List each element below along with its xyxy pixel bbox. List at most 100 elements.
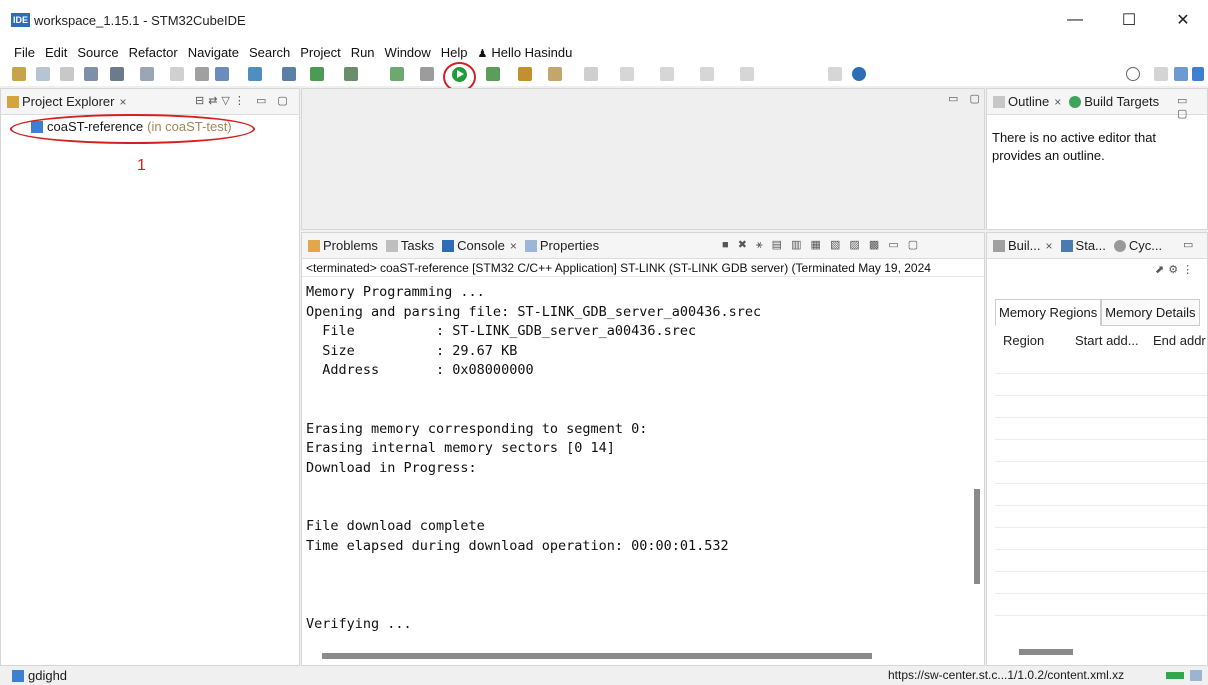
menu-window[interactable]: Window (385, 45, 431, 60)
console-vscroll-thumb[interactable] (974, 489, 980, 584)
tab-build-targets[interactable]: Build Targets (1069, 94, 1159, 109)
green-tool-icon[interactable] (310, 67, 324, 81)
tab-static-stack[interactable]: Sta... (1060, 238, 1106, 253)
console-tabbar: Problems Tasks Console × Properties ■ ✖ … (302, 233, 984, 259)
tab-project-explorer[interactable]: Project Explorer × (7, 94, 127, 109)
tab-build-analyzer-label: Buil... (1008, 238, 1041, 253)
window-title: workspace_1.15.1 - STM32CubeIDE (34, 12, 246, 28)
ide-perspective-icon[interactable] (1192, 67, 1204, 81)
menu-source[interactable]: Source (77, 45, 118, 60)
build-analyzer-tabbar: Buil... × Sta... Cyc... ▭ (987, 233, 1207, 259)
menu-edit[interactable]: Edit (45, 45, 67, 60)
editor-minmax[interactable]: ▭ ▢ (948, 92, 984, 105)
col-end-address[interactable]: End addr (1153, 333, 1206, 348)
settings-icon[interactable] (84, 67, 98, 81)
forward-icon[interactable] (740, 67, 754, 81)
close-icon[interactable]: × (510, 239, 517, 253)
bug-icon[interactable] (344, 67, 358, 81)
col-start-address[interactable]: Start add... (1075, 333, 1139, 348)
console-vscroll[interactable] (974, 279, 980, 625)
pin-icon[interactable] (828, 67, 842, 81)
tab-console[interactable]: Console × (442, 238, 517, 253)
menu-navigate[interactable]: Navigate (188, 45, 239, 60)
search-icon[interactable] (1126, 67, 1140, 81)
menu-project[interactable]: Project (300, 45, 340, 60)
tab-outline[interactable]: Outline × (993, 94, 1061, 109)
col-region[interactable]: Region (1003, 333, 1044, 348)
next-annotation-icon[interactable] (660, 67, 674, 81)
maximize-button[interactable]: ☐ (1106, 0, 1152, 40)
tab-properties-label: Properties (539, 238, 600, 253)
tab-properties[interactable]: Properties (524, 238, 600, 253)
project-explorer-panel: Project Explorer × ⊟⇄▽⋮ ▭ ▢ coaST-refere… (0, 88, 300, 666)
build-analyzer-hscroll[interactable] (1019, 649, 1073, 655)
cpp-perspective-icon[interactable] (1174, 67, 1188, 81)
grid-line (995, 505, 1207, 506)
grid-line (995, 483, 1207, 484)
hammer-icon[interactable] (248, 67, 262, 81)
tab-problems[interactable]: Problems (308, 238, 378, 253)
grid-line (995, 593, 1207, 594)
close-button[interactable]: ✕ (1160, 0, 1206, 40)
save-icon[interactable] (36, 67, 50, 81)
build-icon[interactable] (110, 67, 124, 81)
close-icon[interactable]: × (1054, 95, 1061, 109)
menu-refactor[interactable]: Refactor (129, 45, 178, 60)
progress-bar-icon (1166, 672, 1184, 679)
tab-problems-label: Problems (323, 238, 378, 253)
grid-line (995, 395, 1207, 396)
console-line: Address : 0x08000000 (306, 362, 534, 378)
tab-tasks[interactable]: Tasks (385, 238, 434, 253)
target-icon[interactable] (282, 67, 296, 81)
debug-icon[interactable] (390, 67, 404, 81)
view-menu-icons[interactable]: ⊟⇄▽⋮ ▭ ▢ (195, 94, 292, 107)
menu-run[interactable]: Run (351, 45, 375, 60)
tab-memory-regions[interactable]: Memory Regions (995, 299, 1102, 326)
build-analyzer-icon (993, 239, 1005, 252)
build-analyzer-actions[interactable]: ⬈⚙⋮ (1155, 263, 1197, 276)
info-icon[interactable] (852, 67, 866, 81)
outline-title: Outline (1008, 94, 1050, 109)
run-config-icon[interactable] (486, 67, 500, 81)
close-icon[interactable]: × (1046, 239, 1053, 253)
outline-panel: Outline × Build Targets ▭ ▢ There is no … (986, 88, 1208, 230)
external-tools-icon[interactable] (518, 67, 532, 81)
menu-search[interactable]: Search (249, 45, 290, 60)
device-icon[interactable] (140, 67, 154, 81)
problems-icon (308, 239, 320, 252)
back-icon[interactable] (700, 67, 714, 81)
undo-icon[interactable] (170, 67, 184, 81)
nav-icon[interactable] (620, 67, 634, 81)
console-line: Time elapsed during download operation: … (306, 537, 729, 554)
debug-config-icon[interactable] (215, 67, 229, 81)
save-all-icon[interactable] (60, 67, 74, 81)
console-icon (442, 239, 455, 252)
progress-view-icon[interactable] (1190, 670, 1202, 681)
tab-build-analyzer[interactable]: Buil... × (993, 238, 1053, 253)
minimize-button[interactable]: — (1052, 0, 1098, 40)
search-tool-icon[interactable] (584, 67, 598, 81)
user-menu[interactable]: ♟ Hello Hasindu (478, 45, 573, 60)
console-hscroll[interactable] (322, 653, 872, 659)
console-panel: Problems Tasks Console × Properties ■ ✖ … (301, 232, 985, 666)
perspective-icon[interactable] (1154, 67, 1168, 81)
new-icon[interactable] (12, 67, 26, 81)
console-toolbar-icons[interactable]: ■ ✖ ⚹ ▤ ▥ ▦ ▧ ▨ ▩ ▭ ▢ (722, 238, 921, 252)
menu-help[interactable]: Help (441, 45, 468, 60)
outline-minmax[interactable]: ▭ ▢ (1177, 94, 1207, 120)
console-line: Erasing memory corresponding to segment … (306, 420, 648, 437)
status-progress-text: https://sw-center.st.c...1/1.0.2/content… (888, 668, 1125, 682)
tab-memory-details[interactable]: Memory Details (1101, 299, 1200, 326)
close-icon[interactable]: × (119, 95, 126, 109)
tool-icon[interactable] (195, 67, 209, 81)
settings-gear-icon[interactable] (420, 67, 434, 81)
open-folder-icon[interactable] (548, 67, 562, 81)
user-label: Hello Hasindu (491, 44, 573, 60)
tab-cyclomatic[interactable]: Cyc... (1113, 238, 1162, 253)
ide-logo-icon: IDE (11, 13, 31, 27)
menu-file[interactable]: File (14, 45, 35, 60)
build-analyzer-minmax[interactable]: ▭ (1183, 238, 1197, 251)
